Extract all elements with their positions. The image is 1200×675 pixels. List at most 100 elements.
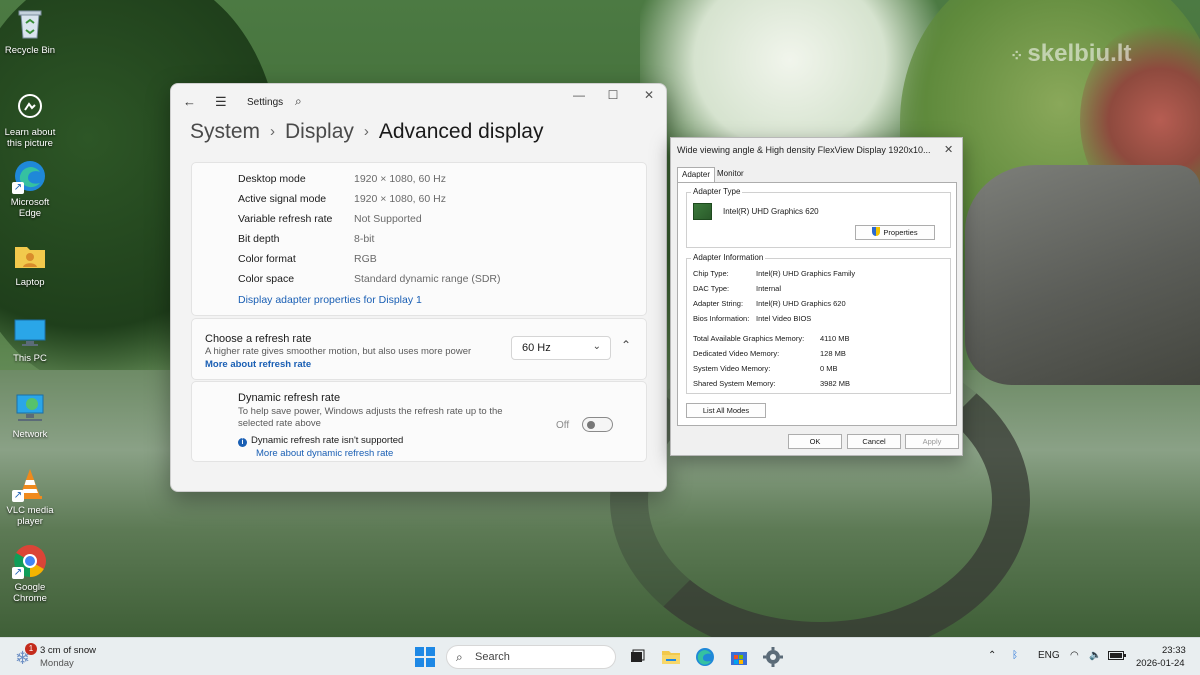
volume-icon[interactable]: 🔈 [1089, 650, 1101, 661]
weather-text: 3 cm of snow [40, 645, 96, 656]
dynamic-refresh-toggle-label: Off [556, 420, 570, 431]
settings-gear-icon[interactable] [762, 646, 784, 668]
refresh-rate-card: Choose a refresh rate A higher rate give… [191, 318, 647, 380]
settings-titlebar: ← ☰ Settings ⌕ — ☐ ✕ [171, 84, 666, 120]
toggle-knob [587, 421, 595, 429]
file-explorer-icon[interactable] [660, 646, 682, 668]
close-icon[interactable]: ✕ [637, 88, 661, 102]
page-title: Advanced display [378, 120, 544, 143]
shared-system-memory-value: 3982 MB [820, 379, 851, 388]
system-video-memory-label: System Video Memory: [693, 364, 771, 373]
dynamic-refresh-title: Dynamic refresh rate [238, 392, 341, 404]
desktop-icon-network[interactable]: Network [2, 390, 58, 440]
chevron-right-icon: › [363, 123, 369, 140]
active-signal-mode-label: Active signal mode [238, 193, 327, 205]
refresh-rate-subtitle: A higher rate gives smoother motion, but… [205, 346, 472, 357]
start-button[interactable] [414, 646, 436, 668]
bios-information-label: Bios Information: [693, 314, 750, 323]
more-about-refresh-rate-link[interactable]: More about refresh rate [205, 359, 311, 370]
dedicated-video-memory-value: 128 MB [820, 349, 846, 358]
chevron-down-icon: ⌄ [592, 341, 601, 352]
learn-about-picture-icon [12, 88, 48, 124]
taskbar-search-box[interactable]: ⌕ Search [446, 645, 616, 669]
dynamic-refresh-subtitle: To help save power, Windows adjusts the … [238, 406, 503, 429]
battery-icon[interactable] [1108, 651, 1126, 663]
microsoft-store-icon[interactable] [728, 646, 750, 668]
chevron-right-icon: › [270, 123, 276, 140]
recycle-bin-icon [12, 6, 48, 42]
desktop-icon-microsoft-edge[interactable]: ↗ Microsoft Edge [2, 158, 58, 219]
ok-button[interactable]: OK [788, 434, 842, 449]
vlc-cone-icon: ↗ [12, 466, 48, 502]
chip-type-value: Intel(R) UHD Graphics Family [756, 269, 856, 278]
color-format-value: RGB [354, 253, 377, 265]
settings-window: ← ☰ Settings ⌕ — ☐ ✕ System › Display › Adva… [170, 83, 667, 492]
chevron-up-icon[interactable]: ⌃ [988, 650, 996, 661]
apply-button[interactable]: Apply [905, 434, 959, 449]
breadcrumb-system[interactable]: System [190, 120, 260, 143]
clock-date[interactable]: 2026-01-24 [1136, 658, 1185, 669]
graphics-chip-icon [693, 203, 712, 220]
weather-day: Monday [40, 658, 74, 669]
dynamic-refresh-card: Dynamic refresh rate To help save power,… [191, 381, 647, 462]
wifi-icon[interactable]: ◠ [1070, 650, 1079, 661]
clock-time[interactable]: 23:33 [1162, 645, 1186, 656]
tab-adapter[interactable]: Adapter [677, 167, 716, 182]
shortcut-arrow-icon: ↗ [12, 567, 24, 579]
desktop-icon-learn-about-picture[interactable]: Learn about this picture [2, 88, 58, 149]
more-about-dynamic-refresh-link[interactable]: More about dynamic refresh rate [256, 448, 393, 459]
chevron-up-icon[interactable]: ⌃ [621, 338, 631, 352]
desktop-icon-laptop[interactable]: Laptop [2, 238, 58, 288]
bluetooth-icon[interactable]: ᛒ [1012, 650, 1018, 661]
folder-user-icon [12, 238, 48, 274]
close-icon[interactable]: ✕ [944, 143, 953, 156]
wallpaper-basalt-rock [965, 165, 1200, 385]
language-indicator[interactable]: ENG [1038, 650, 1060, 661]
chrome-icon: ↗ [12, 543, 48, 579]
variable-refresh-rate-value: Not Supported [354, 213, 422, 225]
adapter-type-label: Adapter Type [691, 187, 743, 196]
dedicated-video-memory-label: Dedicated Video Memory: [693, 349, 780, 358]
dac-type-value: Internal [756, 284, 782, 293]
watermark-logo-icon: ⁘ [1010, 48, 1024, 65]
adapter-string-value: Intel(R) UHD Graphics 620 [756, 299, 846, 308]
adapter-tab-panel: Adapter Type Intel(R) UHD Graphics 620 P… [677, 182, 957, 426]
dynamic-refresh-toggle[interactable] [582, 417, 613, 432]
desktop-icon-vlc[interactable]: ↗ VLC media player [2, 466, 58, 527]
desktop-icon-recycle-bin[interactable]: Recycle Bin [2, 6, 58, 56]
tab-monitor[interactable]: Monitor [713, 167, 748, 182]
watermark: ⁘ skelbiu.lt [1010, 40, 1132, 67]
shortcut-arrow-icon: ↗ [12, 182, 24, 194]
desktop-mode-label: Desktop mode [238, 173, 306, 185]
weather-notification-badge: 1 [25, 643, 37, 655]
bit-depth-label: Bit depth [238, 233, 280, 245]
properties-button[interactable]: Properties [855, 225, 935, 240]
color-space-value: Standard dynamic range (SDR) [354, 273, 501, 285]
desktop-icon-google-chrome[interactable]: ↗ Google Chrome [2, 543, 58, 604]
shared-system-memory-label: Shared System Memory: [693, 379, 776, 388]
list-all-modes-button[interactable]: List All Modes [686, 403, 766, 418]
dac-type-label: DAC Type: [693, 284, 730, 293]
taskbar: ❄ 1 3 cm of snow Monday ⌕ Search ⌃ ᛒ ENG… [0, 637, 1200, 675]
adapter-name: Intel(R) UHD Graphics 620 [723, 207, 819, 216]
refresh-rate-selected: 60 Hz [522, 342, 551, 354]
hamburger-menu-icon[interactable]: ☰ [215, 94, 227, 110]
uac-shield-icon [872, 227, 881, 236]
cancel-button[interactable]: Cancel [847, 434, 901, 449]
breadcrumb-display[interactable]: Display [285, 120, 354, 143]
minimize-icon[interactable]: — [567, 88, 591, 102]
maximize-icon[interactable]: ☐ [601, 88, 625, 102]
edge-icon[interactable] [694, 646, 716, 668]
adapter-information-group: Adapter Information Chip Type: Intel(R) … [686, 253, 951, 394]
back-arrow-icon[interactable]: ← [183, 94, 196, 109]
search-icon[interactable]: ⌕ [295, 94, 302, 109]
display-adapter-properties-link[interactable]: Display adapter properties for Display 1 [238, 294, 422, 306]
refresh-rate-dropdown[interactable]: 60 Hz ⌄ [511, 336, 611, 360]
taskbar-search-placeholder: Search [475, 651, 510, 663]
desktop-icon-this-pc[interactable]: This PC [2, 314, 58, 364]
task-view-icon[interactable] [626, 646, 648, 668]
dialog-title: Wide viewing angle & High density FlexVi… [677, 145, 931, 155]
adapter-properties-dialog: Wide viewing angle & High density FlexVi… [670, 137, 963, 456]
search-icon: ⌕ [456, 650, 463, 664]
adapter-type-group: Adapter Type Intel(R) UHD Graphics 620 P… [686, 187, 951, 248]
